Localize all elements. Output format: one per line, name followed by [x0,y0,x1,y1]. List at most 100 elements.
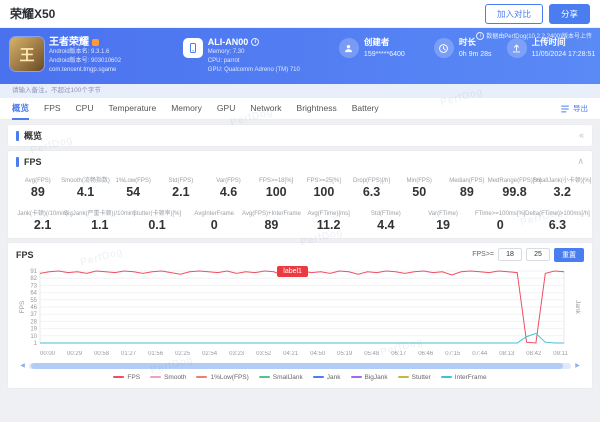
metric-value: 0.1 [148,218,166,232]
phone-icon [182,38,203,58]
tab-network[interactable]: Network [250,98,281,120]
reset-button[interactable]: 重置 [554,247,584,262]
fps-high-input[interactable] [526,248,550,261]
metric-label: Avg(FPS)+InterFrame [242,211,301,217]
upload-meta: 上传时间 11/05/2024 17:28:51 [532,37,596,58]
legend-item-FPS[interactable]: FPS [113,374,140,381]
device-cpu: CPU: parrot [207,57,240,64]
metric-Std(FPS): Std(FPS) 2.1 [157,172,205,199]
metric-value: 6.3 [362,185,381,199]
page-title: 荣耀X50 [10,7,56,21]
legend-marker [440,376,452,378]
tab-memory[interactable]: Memory [171,98,202,120]
duration-value: 0h 9m 28s [458,51,492,59]
page: 荣耀X50 加入对比 分享 i 数据由PerfDog(10.2.2.2400)版… [0,0,600,422]
x-axis-tick: 00:58 [94,351,110,357]
tab-temperature[interactable]: Temperature [109,98,157,120]
device-memory: Memory: 7.30 [207,48,245,55]
legend-item-InterFrame[interactable]: InterFrame [440,373,487,381]
game-package: com.tencent.tmgp.sgame [49,67,117,73]
x-axis-tick: 00:29 [67,351,83,357]
fps-metrics-row-2: Jank(卡顿)(/10min) 2.1 BigJank(严重卡顿)(/10min)… [8,205,592,238]
legend-label: Stutter [411,373,431,381]
metric-label: Std(FTime) [370,211,401,217]
metric-value: 100 [265,185,287,199]
section-accent-bar [16,156,19,167]
metric-label: Jank(卡顿)(/10min) [17,211,68,217]
tab-list: 概览 FPS CPU Temperature Memory GPU Network Brigh… [12,98,379,120]
svg-text:Jank: Jank [574,300,581,314]
metric-label: MedRange(FPS)[%] [487,178,542,184]
legend-item-Smooth[interactable]: Smooth [150,374,186,381]
x-axis-tick: 06:17 [391,351,407,357]
x-axis-tick: 01:27 [121,351,137,357]
export-button[interactable]: 导出 [560,103,588,114]
legend-item-Stutter[interactable]: Stutter [397,373,431,381]
game-info: 王 王者荣耀 Android版本名: 9.3.1.6 Android版本号: 9… [10,37,177,75]
legend-item-SmallJank[interactable]: SmallJank [258,373,303,381]
legend-marker [350,376,362,378]
tab-brightness[interactable]: Brightness [297,98,337,120]
chart-scrollbar[interactable]: ◀ ▶ [18,361,582,370]
tab-gpu[interactable]: GPU [217,98,235,120]
metric-value: 2.1 [33,218,52,232]
metric-value: 6.3 [548,218,567,232]
x-axis-tick: 07:15 [445,351,461,357]
collapse-all-icon[interactable]: « [579,131,584,140]
fps-range-control: FPS>= 重置 [472,247,584,262]
fps-chart-header: FPS FPS>= 重置 [16,246,584,263]
tab-bar: 概览 FPS CPU Temperature Memory GPU Network Brigh… [0,98,600,120]
metric-label: Var(FPS) [216,178,241,184]
metric-label: Avg(FTime)[ms] [307,211,350,217]
metric-FPS>=25[%]: FPS>=25[%] 100 [300,172,348,199]
scroll-right-icon[interactable]: ▶ [573,362,582,369]
remark-input-bar[interactable]: 请输入备注，不超过100个字节 [0,84,600,98]
compare-button[interactable]: 加入对比 [484,3,543,24]
device-info: ALI-AN00 i Memory: 7.30 CPU: parrot GPU:… [182,37,333,75]
metric-label: FPS>=18[%] [259,178,294,184]
collapse-fps-icon[interactable]: ∧ [577,157,584,166]
game-icon: 王 [10,37,44,71]
legend-label: InterFrame [454,373,487,381]
fps-metrics-row-1: Avg(FPS) 89 Smooth(流畅指数) 4.1 1%Low(FPS) 54 Std… [8,172,592,205]
tab-cpu[interactable]: CPU [76,98,94,120]
tab-fps[interactable]: FPS [44,98,61,120]
svg-text:73: 73 [30,283,37,289]
x-axis-tick: 02:54 [202,351,218,357]
svg-text:37: 37 [30,312,37,318]
game-platform-badge-icon [92,39,99,46]
svg-text:64: 64 [30,291,37,297]
metric-value: 1.1 [91,218,109,232]
metric-AvgInterFrame: AvgInterFrame 0 [186,205,243,232]
fps-chart-plot[interactable]: 91 82 73 64 55 46 37 28 19 10 1 FPS Jank label1 [16,263,584,351]
legend-item-1%Low(FPS)[interactable]: 1%Low(FPS) [196,374,249,381]
metric-Min(FPS): Min(FPS) 50 [395,172,443,199]
upload-info: 上传时间 11/05/2024 17:28:51 [506,37,595,58]
metric-Avg(FPS)+InterFrame: Avg(FPS)+InterFrame 89 [242,205,301,232]
metric-value: 100 [313,185,335,199]
metric-FPS>=18[%]: FPS>=18[%] 100 [252,172,300,199]
metric-Drop(FPS)[/h]: Drop(FPS)[/h] 6.3 [348,172,396,199]
scrollbar-thumb[interactable] [31,362,563,369]
scrollbar-track[interactable] [29,362,571,369]
device-info-icon[interactable]: i [251,38,260,47]
legend-item-BigJank[interactable]: BigJank [350,374,388,381]
fps-low-input[interactable] [498,248,522,261]
device-model-row: ALI-AN00 i [208,37,300,48]
metric-Avg(FTime)[ms]: Avg(FTime)[ms] 11.2 [300,205,357,232]
legend-item-Jank[interactable]: Jank [312,374,341,381]
svg-text:10: 10 [30,334,37,340]
main-content: 概览 « FPS ∧ Avg(FPS) 89 Smooth(流畅指数) 4.1 1%Lo… [0,120,600,392]
tab-overview[interactable]: 概览 [12,98,30,120]
metric-value: 99.8 [502,185,527,199]
scroll-left-icon[interactable]: ◀ [18,362,27,369]
x-axis-tick: 02:25 [175,351,191,357]
duration-info: 时长 0h 9m 28s [433,37,501,59]
x-axis-tick: 00:00 [40,351,56,357]
metric-label: Avg(FPS) [24,178,51,184]
metric-value: 19 [436,218,450,232]
share-button[interactable]: 分享 [548,3,590,24]
tab-battery[interactable]: Battery [352,98,379,120]
legend-label: SmallJank [272,373,303,381]
overview-title: 概览 [24,131,43,141]
